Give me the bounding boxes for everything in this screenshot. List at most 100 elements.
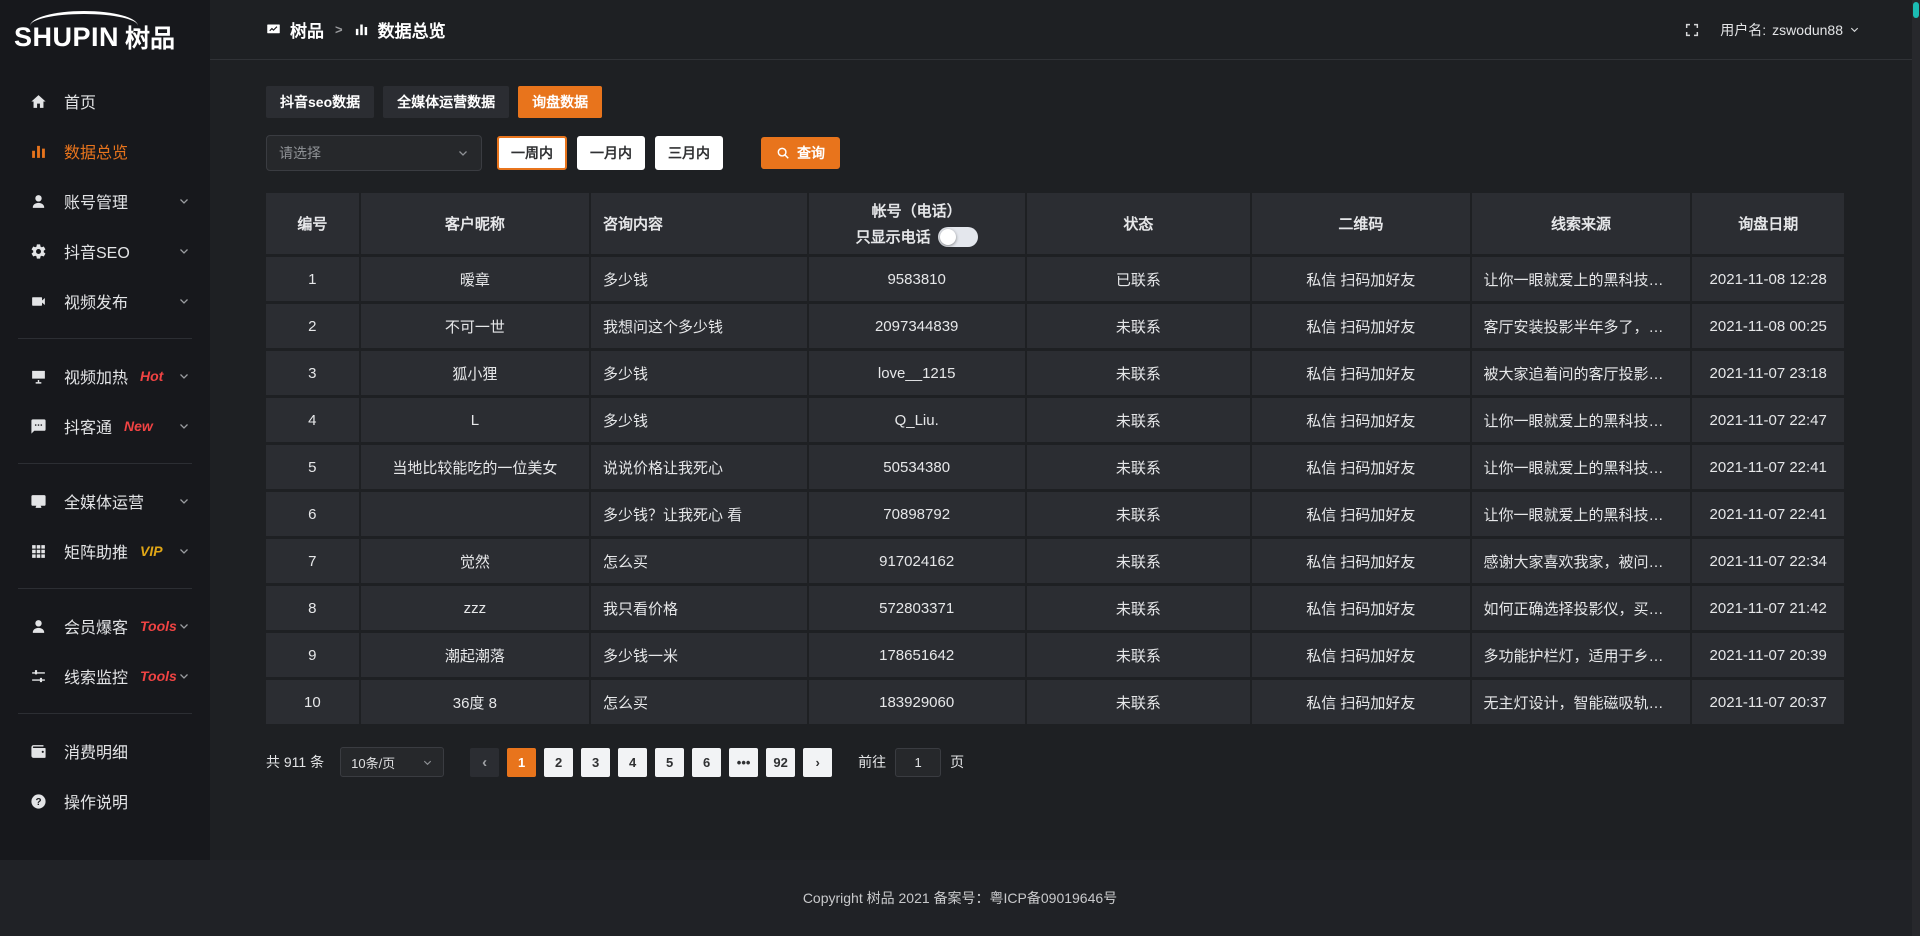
sidebar-item-omnimedia[interactable]: 全媒体运营 [0, 476, 210, 526]
sidebar-item-matrix-boost[interactable]: 矩阵助推 VIP [0, 526, 210, 576]
sidebar-item-label: 抖客通 [64, 414, 112, 438]
cell-status: 未联系 [1027, 539, 1253, 586]
cell-qrcode-link[interactable]: 私信 扫码加好友 [1252, 680, 1471, 727]
cell-source-link[interactable]: 让你一眼就爱上的黑科技，能... [1472, 257, 1693, 304]
cell-qrcode-link[interactable]: 私信 扫码加好友 [1252, 398, 1471, 445]
cell-source-link[interactable]: 被大家追着问的客厅投影分享... [1472, 351, 1693, 398]
cell-status: 未联系 [1027, 304, 1253, 351]
breadcrumb-root[interactable]: 树品 [290, 17, 324, 42]
goto-page-input[interactable] [895, 748, 941, 777]
cell-source-link[interactable]: 多功能护栏灯，适用于乡村文... [1472, 633, 1693, 680]
cell-id: 10 [266, 680, 361, 727]
col-date: 询盘日期 [1692, 193, 1844, 257]
sidebar-item-expense-detail[interactable]: 消费明细 [0, 726, 210, 776]
cell-qrcode-link[interactable]: 私信 扫码加好友 [1252, 351, 1471, 398]
table-row: 3狐小狸多少钱love__1215未联系私信 扫码加好友被大家追着问的客厅投影分… [266, 351, 1844, 398]
cell-account: 2097344839 [809, 304, 1027, 351]
sidebar-item-instructions[interactable]: ? 操作说明 [0, 776, 210, 826]
page-button-5[interactable]: 5 [655, 748, 684, 777]
cell-nickname: 不可一世 [361, 304, 591, 351]
main-area: 树品 > 数据总览 用户名: zswodun88 抖音seo数据 [210, 0, 1920, 860]
cell-source-link[interactable]: 让你一眼就爱上的黑科技，能... [1472, 445, 1693, 492]
cell-source-link[interactable]: 如何正确选择投影仪，买投影... [1472, 586, 1693, 633]
cell-qrcode-link[interactable]: 私信 扫码加好友 [1252, 304, 1471, 351]
cell-qrcode-link[interactable]: 私信 扫码加好友 [1252, 257, 1471, 304]
prev-page-button[interactable]: ‹ [470, 748, 499, 777]
cell-status: 未联系 [1027, 351, 1253, 398]
sidebar-item-douyin-seo[interactable]: 抖音SEO [0, 226, 210, 276]
page-button-2[interactable]: 2 [544, 748, 573, 777]
page-button-4[interactable]: 4 [618, 748, 647, 777]
table-row: 6多少钱？让我死心 看70898792未联系私信 扫码加好友让你一眼就爱上的黑科… [266, 492, 1844, 539]
sidebar-item-account-management[interactable]: 账号管理 [0, 176, 210, 226]
range-month-button[interactable]: 一月内 [577, 136, 645, 170]
sidebar-item-label: 操作说明 [64, 789, 128, 813]
grid-icon [30, 543, 50, 560]
breadcrumb: 树品 > 数据总览 [266, 17, 446, 42]
tab-omnimedia-data[interactable]: 全媒体运营数据 [383, 86, 509, 118]
chevron-down-icon [457, 147, 469, 159]
sidebar-item-douketong[interactable]: 抖客通 New [0, 401, 210, 451]
tab-douyin-seo-data[interactable]: 抖音seo数据 [266, 86, 374, 118]
cell-content: 多少钱 [591, 257, 809, 304]
cell-content: 我想问这个多少钱 [591, 304, 809, 351]
cell-account: 178651642 [809, 633, 1027, 680]
cell-date: 2021-11-07 22:47 [1692, 398, 1844, 445]
page-size-value: 10条/页 [351, 753, 395, 772]
cell-source-link[interactable]: 感谢大家喜欢我家，被问了好... [1472, 539, 1693, 586]
cell-date: 2021-11-07 22:34 [1692, 539, 1844, 586]
cell-qrcode-link[interactable]: 私信 扫码加好友 [1252, 539, 1471, 586]
cell-id: 3 [266, 351, 361, 398]
fullscreen-icon[interactable] [1684, 22, 1700, 38]
cell-qrcode-link[interactable]: 私信 扫码加好友 [1252, 586, 1471, 633]
menu-divider [18, 463, 192, 464]
sidebar-item-lead-monitor[interactable]: 线索监控 Tools [0, 651, 210, 701]
sidebar-item-data-overview[interactable]: 数据总览 [0, 126, 210, 176]
question-circle-icon: ? [30, 793, 50, 810]
scrollbar-thumb[interactable] [1913, 2, 1919, 18]
sidebar-item-member-leads[interactable]: 会员爆客 Tools [0, 601, 210, 651]
range-week-button[interactable]: 一周内 [497, 136, 567, 170]
tab-inquiry-data[interactable]: 询盘数据 [518, 86, 602, 118]
sidebar-item-home[interactable]: 首页 [0, 76, 210, 126]
cell-id: 2 [266, 304, 361, 351]
page-size-select[interactable]: 10条/页 [340, 747, 444, 777]
cell-qrcode-link[interactable]: 私信 扫码加好友 [1252, 445, 1471, 492]
phone-toggle-label: 只显示电话 [856, 226, 931, 247]
cell-source-link[interactable]: 客厅安装投影半年多了，真实... [1472, 304, 1693, 351]
cell-source-link[interactable]: 让你一眼就爱上的黑科技，能... [1472, 492, 1693, 539]
search-button[interactable]: 查询 [761, 137, 840, 169]
cell-qrcode-link[interactable]: 私信 扫码加好友 [1252, 492, 1471, 539]
page-ellipsis-button[interactable]: ••• [729, 748, 758, 777]
tools-badge: Tools [140, 668, 177, 684]
range-quarter-button[interactable]: 三月内 [655, 136, 723, 170]
sidebar-item-video-heat[interactable]: 视频加热 Hot [0, 351, 210, 401]
cell-date: 2021-11-07 23:18 [1692, 351, 1844, 398]
search-icon [776, 146, 790, 160]
cell-account: 917024162 [809, 539, 1027, 586]
sidebar-item-video-publish[interactable]: 视频发布 [0, 276, 210, 326]
cell-source-link[interactable]: 让你一眼就爱上的黑科技，能... [1472, 398, 1693, 445]
page-scrollbar[interactable] [1912, 0, 1920, 936]
sidebar: SHUPIN 树品 首页 数据总览 账号管理 [0, 0, 210, 860]
user-menu[interactable]: 用户名: zswodun88 [1720, 20, 1860, 40]
page-button-3[interactable]: 3 [581, 748, 610, 777]
account-select[interactable]: 请选择 [266, 135, 482, 171]
phone-only-toggle[interactable] [938, 227, 978, 247]
cell-date: 2021-11-07 21:42 [1692, 586, 1844, 633]
app-root: SHUPIN 树品 首页 数据总览 账号管理 [0, 0, 1920, 936]
page-button-92[interactable]: 92 [766, 748, 795, 777]
cell-source-link[interactable]: 无主灯设计，智能磁吸轨道灯... [1472, 680, 1693, 727]
new-badge: New [124, 418, 153, 434]
table-row: 7觉然怎么买917024162未联系私信 扫码加好友感谢大家喜欢我家，被问了好.… [266, 539, 1844, 586]
col-nickname: 客户昵称 [361, 193, 591, 257]
cell-date: 2021-11-08 12:28 [1692, 257, 1844, 304]
chevron-down-icon [178, 370, 190, 382]
cell-qrcode-link[interactable]: 私信 扫码加好友 [1252, 633, 1471, 680]
page-button-6[interactable]: 6 [692, 748, 721, 777]
sidebar-item-label: 全媒体运营 [64, 489, 144, 513]
page-button-1[interactable]: 1 [507, 748, 536, 777]
next-page-button[interactable]: › [803, 748, 832, 777]
cell-id: 6 [266, 492, 361, 539]
cell-nickname: 暧章 [361, 257, 591, 304]
